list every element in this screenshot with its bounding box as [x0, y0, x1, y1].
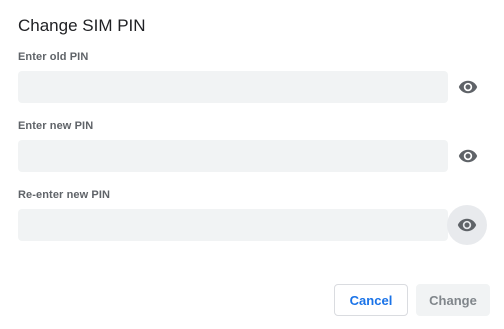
show-reenter-pin-button[interactable]	[447, 205, 487, 245]
show-old-pin-button[interactable]	[448, 67, 488, 107]
reenter-pin-input[interactable]	[18, 209, 448, 241]
old-pin-input[interactable]	[18, 71, 448, 103]
eye-icon	[458, 80, 478, 94]
reenter-pin-label: Re-enter new PIN	[18, 189, 111, 201]
show-new-pin-button[interactable]	[448, 136, 488, 176]
eye-icon	[458, 149, 478, 163]
cancel-button[interactable]: Cancel	[334, 284, 408, 316]
new-pin-input[interactable]	[18, 140, 448, 172]
old-pin-label: Enter old PIN	[18, 51, 89, 63]
new-pin-label: Enter new PIN	[18, 120, 94, 132]
dialog-title: Change SIM PIN	[18, 16, 146, 35]
eye-icon	[457, 218, 477, 232]
change-button[interactable]: Change	[416, 284, 490, 316]
change-sim-pin-dialog: Change SIM PIN Enter old PIN Enter new P…	[0, 0, 504, 329]
